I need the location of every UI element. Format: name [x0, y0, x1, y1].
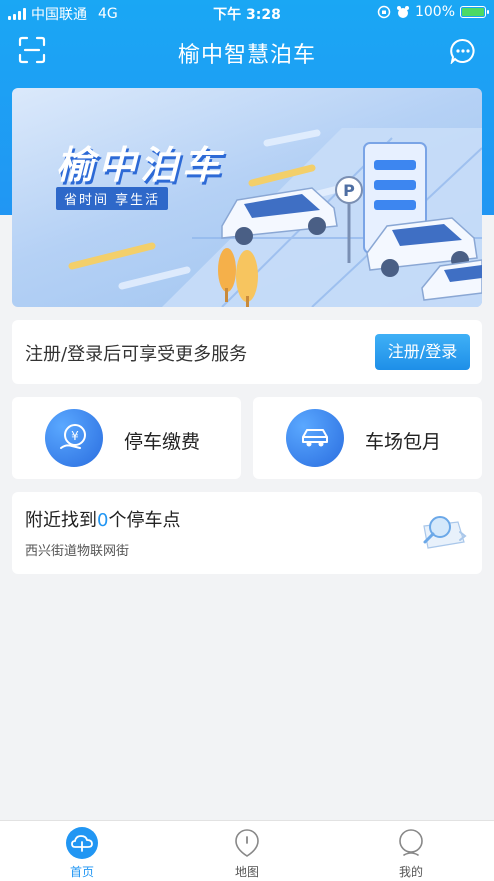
banner-subtitle: 省时间 享生活 — [56, 187, 169, 210]
map-pin-icon — [235, 829, 259, 857]
tab-profile-label: 我的 — [398, 865, 423, 879]
profile-icon — [399, 829, 423, 856]
tab-home[interactable]: 首页 — [32, 821, 132, 881]
alarm-icon — [396, 6, 409, 18]
battery-icon — [460, 6, 489, 18]
monthly-pass-card[interactable]: 车场包月 — [253, 397, 482, 479]
parking-sign-letter: P — [343, 181, 355, 200]
yen-payment-icon: ¥ — [45, 409, 103, 467]
promo-banner[interactable]: P 榆中泊车 省时间 享生活 — [12, 88, 482, 307]
parking-payment-label: 停车缴费 — [124, 431, 201, 453]
message-icon[interactable] — [450, 38, 476, 64]
svg-text:¥: ¥ — [71, 429, 79, 443]
tab-home-label: 首页 — [69, 865, 94, 879]
nav-bar: 榆中智慧泊车 — [0, 26, 494, 76]
nearby-parking-card[interactable]: 附近找到0个停车点 西兴街道物联网街 — [12, 492, 482, 574]
nearby-prefix: 附近找到 — [25, 510, 97, 531]
status-bar: 中国联通 4G 下午 3:28 100% — [0, 0, 494, 26]
car-icon — [286, 409, 344, 467]
login-card: 注册/登录后可享受更多服务 注册/登录 — [12, 320, 482, 384]
orientation-lock-icon — [377, 5, 391, 19]
nearby-headline: 附近找到0个停车点 — [25, 506, 180, 532]
current-street: 西兴街道物联网街 — [25, 544, 130, 559]
map-search-icon[interactable] — [418, 512, 468, 552]
tab-bar: 首页 地图 我的 — [0, 820, 494, 881]
nearby-count: 0 — [97, 510, 109, 531]
tab-profile[interactable]: 我的 — [361, 821, 461, 881]
parking-payment-card[interactable]: ¥ 停车缴费 — [12, 397, 241, 479]
battery-percent: 100% — [414, 4, 455, 20]
nearby-suffix: 个停车点 — [108, 510, 181, 531]
page-title: 榆中智慧泊车 — [177, 43, 316, 68]
monthly-pass-label: 车场包月 — [365, 431, 442, 453]
tab-map[interactable]: 地图 — [197, 821, 297, 881]
register-login-button[interactable]: 注册/登录 — [375, 334, 470, 370]
banner-title: 榆中泊车 — [56, 143, 225, 187]
home-cloud-icon — [66, 827, 98, 859]
login-prompt: 注册/登录后可享受更多服务 — [25, 344, 248, 365]
tab-map-label: 地图 — [234, 865, 259, 879]
